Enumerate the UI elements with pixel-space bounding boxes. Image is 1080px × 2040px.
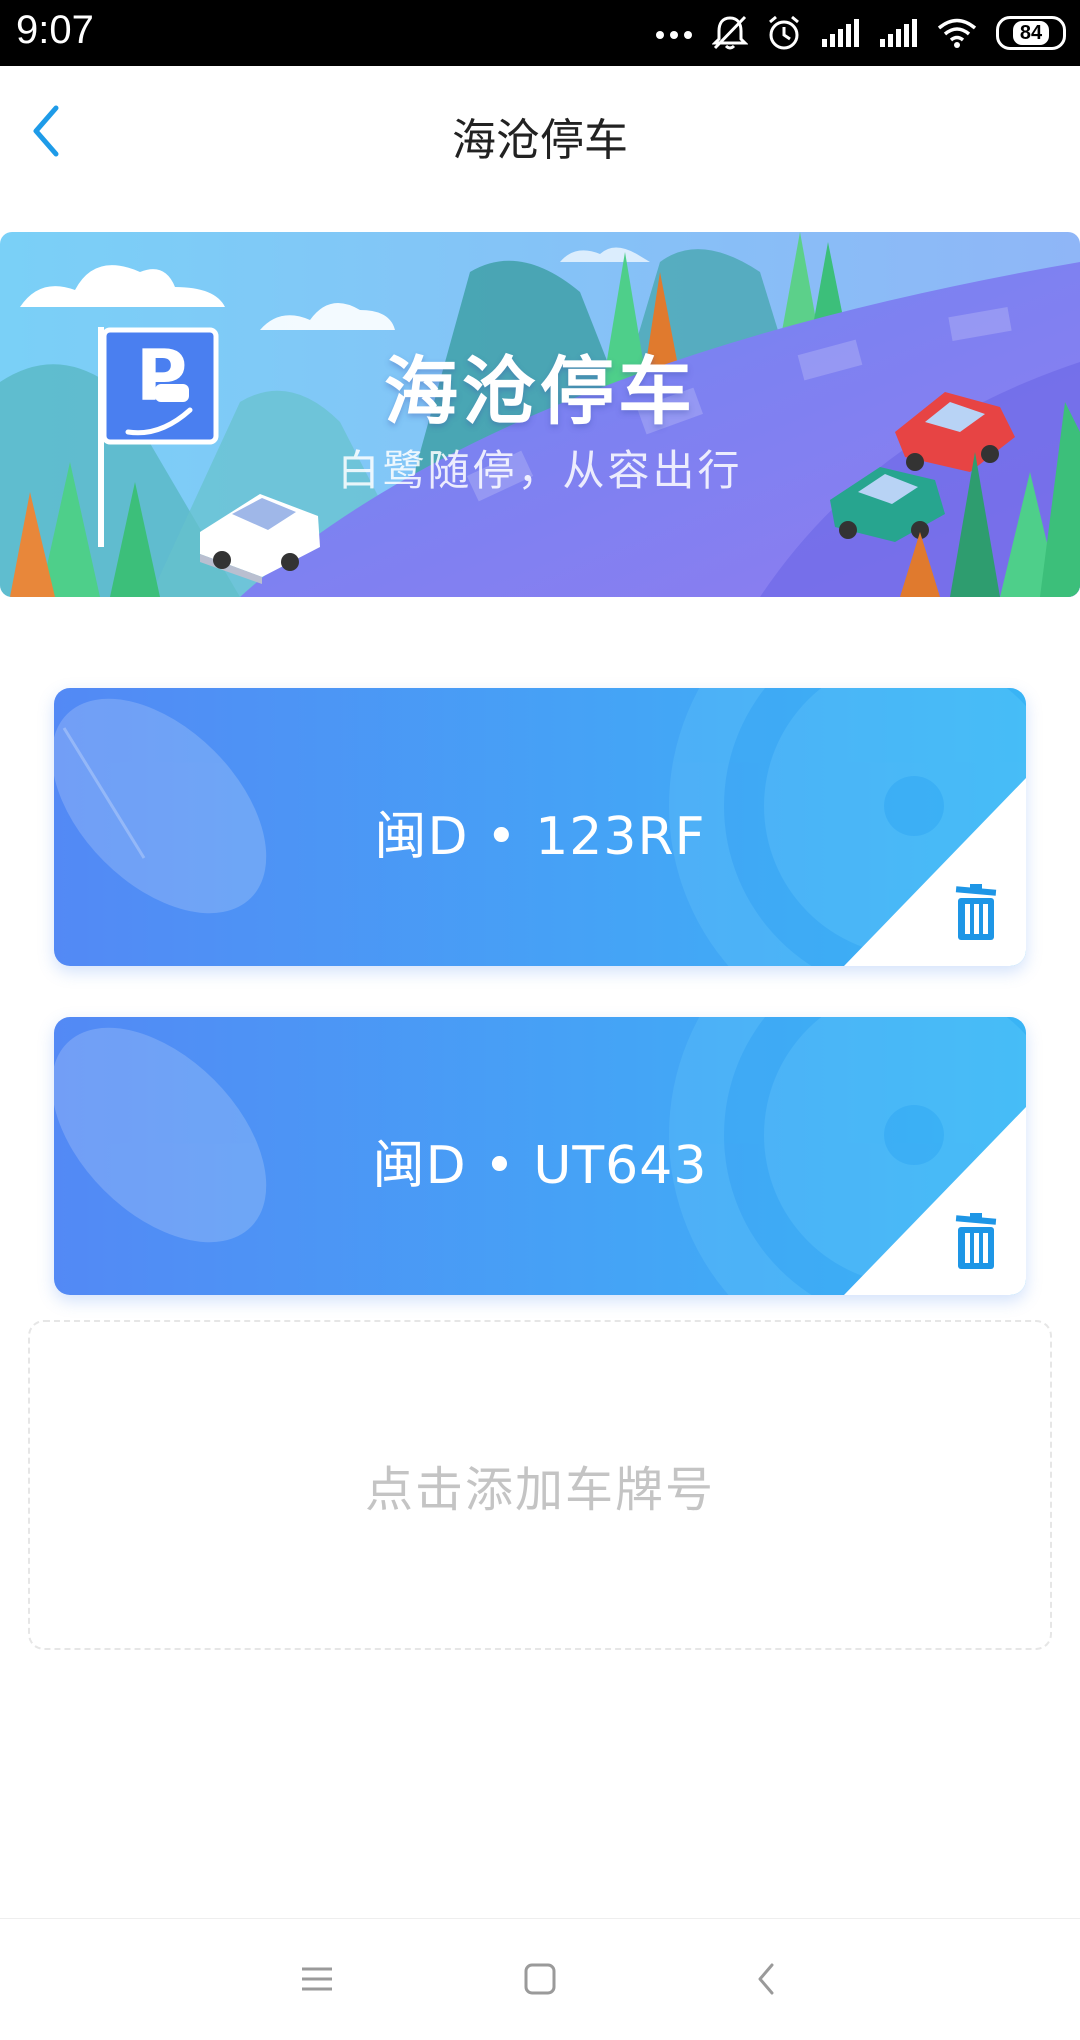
page-title: 海沧停车	[452, 115, 628, 166]
banner-subtitle: 白鹭随停，从容出行	[337, 446, 743, 495]
status-time: 9:07	[16, 8, 94, 52]
status-bar: 9:07 84	[0, 0, 1080, 66]
system-nav-bar	[0, 1918, 1080, 2040]
add-plate-label: 点击添加车牌号	[364, 1462, 715, 1518]
trash-icon[interactable]	[946, 884, 1006, 944]
plate-card[interactable]: 闽D • 123RF	[54, 688, 1026, 966]
alarm-icon	[769, 15, 799, 50]
menu-icon[interactable]	[282, 1949, 352, 2009]
plate-number: 闽D • UT643	[372, 1136, 708, 1196]
signal-icon	[880, 19, 917, 47]
battery-level: 84	[1012, 21, 1050, 45]
home-icon[interactable]	[505, 1949, 575, 2009]
status-icons: 84	[654, 10, 1066, 56]
signal-icon	[822, 19, 859, 47]
plate-card[interactable]: 闽D • UT643	[54, 1017, 1026, 1295]
mute-icon	[712, 15, 748, 50]
back-icon[interactable]	[732, 1949, 802, 2009]
wifi-icon	[937, 18, 977, 48]
app-header: 海沧停车	[0, 66, 1080, 200]
add-plate-button[interactable]: 点击添加车牌号	[28, 1320, 1052, 1650]
battery-icon: 84	[996, 16, 1066, 50]
trash-icon[interactable]	[946, 1213, 1006, 1273]
parking-banner: P 海沧停车 白鹭随停，从容出行	[0, 232, 1080, 597]
banner-title: 海沧停车	[384, 349, 696, 435]
plate-number: 闽D • 123RF	[374, 807, 706, 867]
more-dots-icon	[656, 31, 692, 39]
